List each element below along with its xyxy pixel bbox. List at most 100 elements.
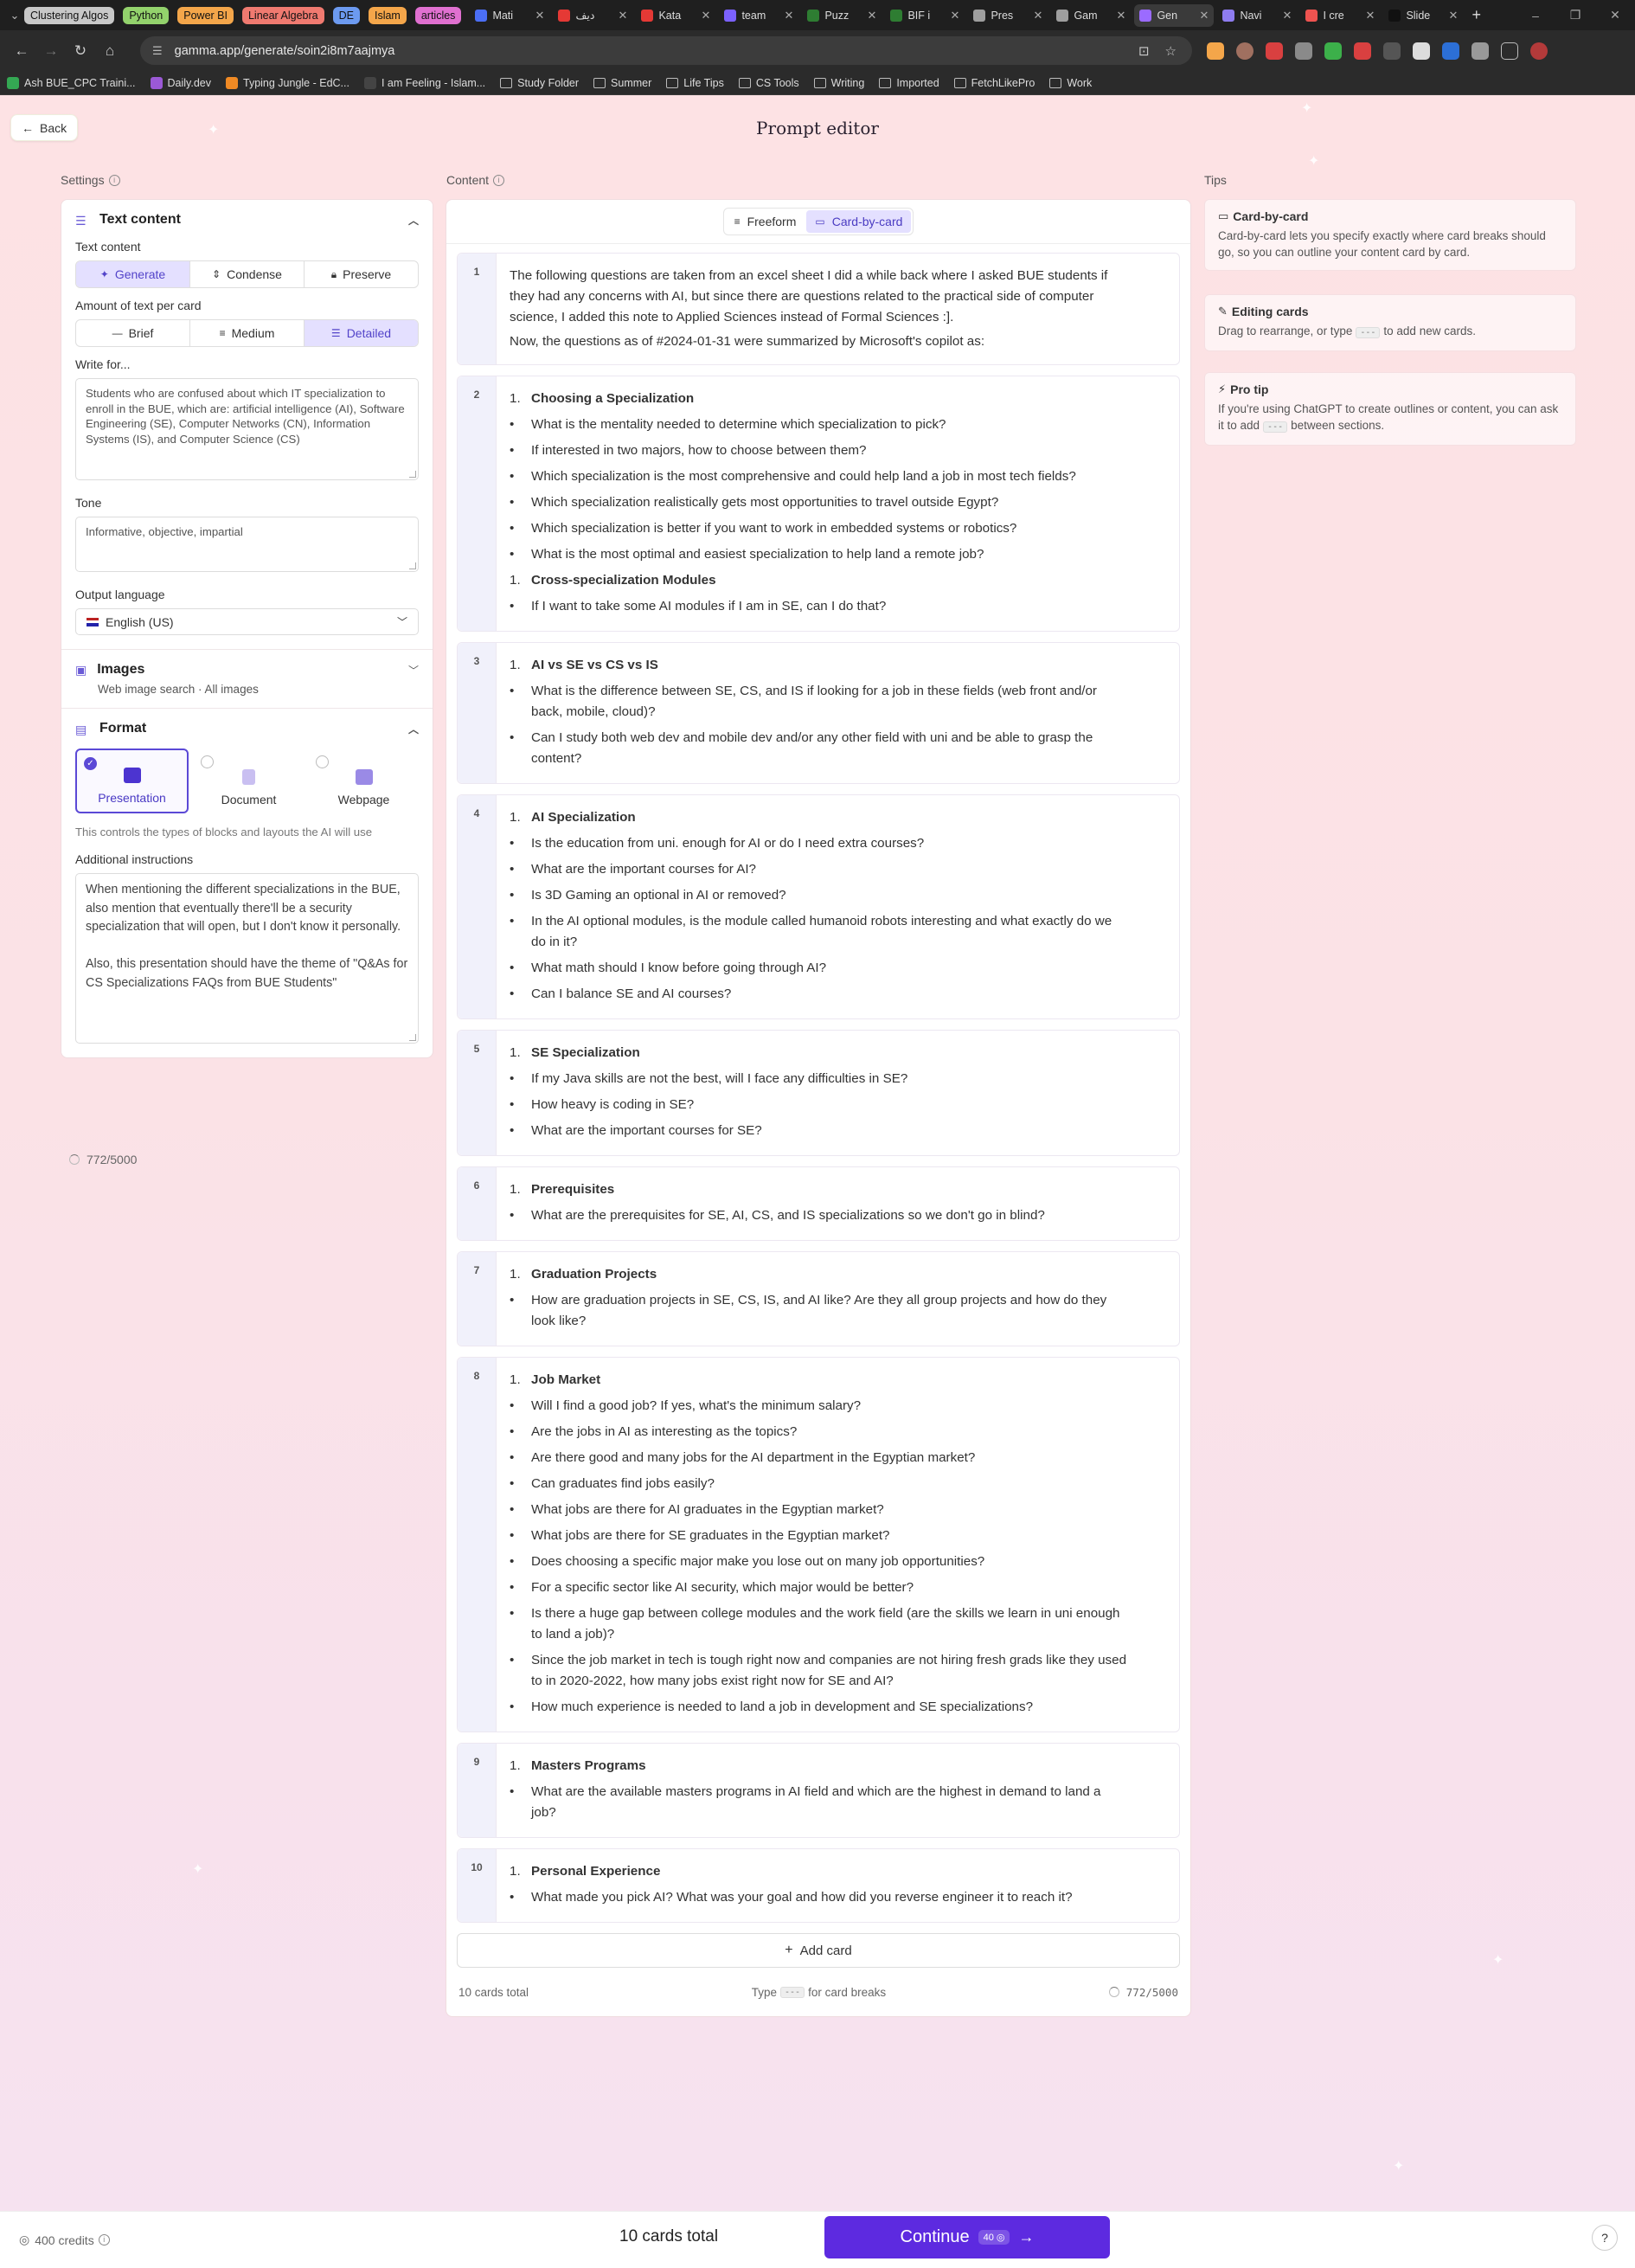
format-document-option[interactable]: Document: [194, 749, 304, 813]
tab-close-icon[interactable]: ✕: [1200, 9, 1209, 22]
card-body[interactable]: 1. AI vs SE vs CS vs IS • What is the diffe…: [497, 643, 1179, 783]
browser-tab[interactable]: Navi ✕: [1217, 4, 1297, 27]
browser-tab[interactable]: Mati ✕: [470, 4, 549, 27]
bookmark-item[interactable]: FetchLikePro: [953, 77, 1035, 89]
content-card[interactable]: 6 1. Prerequisites • What are the prerequisi…: [457, 1166, 1180, 1241]
tab-close-icon[interactable]: ✕: [1366, 9, 1375, 22]
back-nav-icon[interactable]: ←: [7, 42, 36, 60]
chevron-down-icon[interactable]: ﹀: [408, 663, 419, 678]
content-card[interactable]: 10 1. Personal Experience • What made you pi…: [457, 1848, 1180, 1923]
info-icon[interactable]: i: [98, 2234, 110, 2246]
card-by-card-mode-tab[interactable]: ▭ Card-by-card: [806, 210, 912, 233]
card-body[interactable]: 1. Job Market • Will I find a good job? If …: [497, 1358, 1179, 1732]
chevron-up-icon[interactable]: ︿: [408, 722, 419, 736]
install-app-icon[interactable]: ⊡: [1138, 43, 1150, 59]
tab-close-icon[interactable]: ✕: [785, 9, 794, 22]
tab-close-icon[interactable]: ✕: [868, 9, 877, 22]
content-card[interactable]: 3 1. AI vs SE vs CS vs IS • What is the diff…: [457, 642, 1180, 784]
generate-option[interactable]: ✦ Generate: [76, 261, 190, 287]
tab-group-chip[interactable]: Python: [123, 6, 170, 24]
tab-close-icon[interactable]: ✕: [619, 9, 628, 22]
browser-tab[interactable]: Puzz ✕: [802, 4, 882, 27]
bookmark-star-icon[interactable]: ☆: [1165, 43, 1177, 59]
bookmark-item[interactable]: I am Feeling - Islam...: [363, 76, 485, 89]
info-icon[interactable]: i: [493, 174, 505, 186]
extension-icon[interactable]: [1236, 42, 1254, 60]
tab-close-icon[interactable]: ✕: [1449, 9, 1459, 22]
browser-tab[interactable]: BIF i ✕: [885, 4, 965, 27]
profile-avatar[interactable]: [1530, 42, 1548, 60]
write-for-textarea[interactable]: Students who are confused about which IT…: [75, 378, 419, 480]
tab-close-icon[interactable]: ✕: [535, 9, 545, 22]
resize-handle-icon[interactable]: [409, 471, 416, 478]
bookmark-item[interactable]: Summer: [593, 77, 651, 89]
restore-icon[interactable]: ❐: [1555, 8, 1595, 22]
tab-close-icon[interactable]: ✕: [1117, 9, 1126, 22]
browser-tab[interactable]: team ✕: [719, 4, 798, 27]
tab-group-chip[interactable]: DE: [332, 6, 360, 24]
card-body[interactable]: 1. Graduation Projects • How are graduation…: [497, 1252, 1179, 1346]
add-card-button[interactable]: + Add card: [457, 1933, 1180, 1968]
resize-handle-icon[interactable]: [409, 562, 416, 569]
extension-icon[interactable]: [1266, 42, 1283, 60]
format-presentation-option[interactable]: ✓ Presentation: [75, 749, 189, 813]
extension-icon[interactable]: [1383, 42, 1401, 60]
tab-close-icon[interactable]: ✕: [951, 9, 960, 22]
bookmark-item[interactable]: Imported: [879, 77, 939, 89]
tab-group-chip[interactable]: Linear Algebra: [241, 6, 324, 24]
browser-tab[interactable]: Gam ✕: [1051, 4, 1131, 27]
tab-close-icon[interactable]: ✕: [1034, 9, 1043, 22]
url-field[interactable]: ☰ gamma.app/generate/soin2i8m7aajmya ⊡ ☆: [140, 36, 1192, 65]
browser-tab[interactable]: Slide ✕: [1383, 4, 1463, 27]
extension-icon[interactable]: [1442, 42, 1459, 60]
tab-group-chip[interactable]: Islam: [368, 6, 407, 24]
bookmark-item[interactable]: Ash BUE_CPC Traini...: [7, 76, 136, 89]
freeform-mode-tab[interactable]: ≡ Freeform: [726, 210, 805, 233]
continue-button[interactable]: Continue 40 ◎ →: [824, 2216, 1110, 2258]
extensions-puzzle-icon[interactable]: [1472, 42, 1489, 60]
card-body[interactable]: 1. AI Specialization • Is the education fro…: [497, 795, 1179, 1018]
card-body[interactable]: 1. Choosing a Specialization • What is the …: [497, 376, 1179, 631]
bookmark-item[interactable]: Study Folder: [500, 77, 579, 89]
bookmark-item[interactable]: Life Tips: [666, 77, 724, 89]
content-card[interactable]: 5 1. SE Specialization • If my Java skills a…: [457, 1030, 1180, 1156]
browser-tab[interactable]: I cre ✕: [1300, 4, 1380, 27]
side-panel-icon[interactable]: [1501, 42, 1518, 60]
tone-textarea[interactable]: Informative, objective, impartial: [75, 517, 419, 572]
tab-search-icon[interactable]: ⌄: [5, 9, 24, 22]
extension-icon[interactable]: [1324, 42, 1342, 60]
content-card[interactable]: 8 1. Job Market • Will I find a good job? If…: [457, 1357, 1180, 1732]
images-section-header[interactable]: ▣ Images ﹀ Web image search · All images: [61, 650, 433, 708]
content-card[interactable]: 1 The following questions are taken from …: [457, 253, 1180, 365]
tab-group-chip[interactable]: Power BI: [177, 6, 234, 24]
brief-option[interactable]: — Brief: [76, 320, 190, 346]
bookmark-item[interactable]: Writing: [813, 77, 864, 89]
tab-group-chip[interactable]: articles: [414, 6, 462, 24]
forward-nav-icon[interactable]: →: [36, 42, 66, 60]
bookmark-item[interactable]: Typing Jungle - EdC...: [226, 76, 349, 89]
minimize-icon[interactable]: –: [1516, 9, 1555, 22]
detailed-option[interactable]: ☰ Detailed: [305, 320, 418, 346]
card-body[interactable]: The following questions are taken from a…: [497, 254, 1179, 364]
tab-close-icon[interactable]: ✕: [1283, 9, 1292, 22]
tab-group-chip[interactable]: Clustering Algos: [24, 6, 115, 24]
browser-tab[interactable]: Gen ✕: [1134, 3, 1215, 27]
extension-icon[interactable]: [1295, 42, 1312, 60]
content-card[interactable]: 4 1. AI Specialization • Is the education fr…: [457, 794, 1180, 1019]
output-language-select[interactable]: English (US) ﹀: [75, 608, 419, 635]
chevron-up-icon[interactable]: ︿: [408, 213, 419, 228]
close-window-icon[interactable]: ✕: [1595, 8, 1635, 22]
help-button[interactable]: ?: [1592, 2225, 1618, 2251]
extension-icon[interactable]: [1207, 42, 1224, 60]
content-card[interactable]: 9 1. Masters Programs • What are the availab…: [457, 1743, 1180, 1838]
format-section-header[interactable]: ▤ Format ︿: [61, 709, 433, 749]
card-body[interactable]: 1. Personal Experience • What made you pick…: [497, 1849, 1179, 1922]
bookmark-item[interactable]: CS Tools: [738, 77, 799, 89]
card-body[interactable]: 1. Masters Programs • What are the availabl…: [497, 1744, 1179, 1837]
browser-tab[interactable]: Pres ✕: [968, 4, 1048, 27]
content-card[interactable]: 7 1. Graduation Projects • How are graduatio…: [457, 1251, 1180, 1346]
reload-icon[interactable]: ↻: [66, 42, 95, 60]
bookmark-item[interactable]: Work: [1049, 77, 1092, 89]
extension-icon[interactable]: [1354, 42, 1371, 60]
card-body[interactable]: 1. Prerequisites • What are the prerequisit…: [497, 1167, 1179, 1240]
